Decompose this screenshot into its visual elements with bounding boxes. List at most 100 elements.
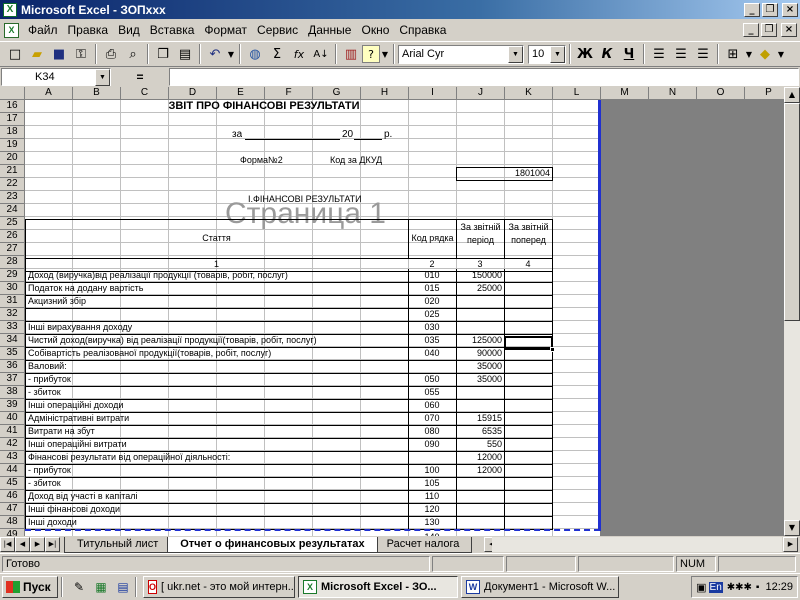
row-header-28[interactable]: 28 [0, 256, 25, 269]
row-header-34[interactable]: 34 [0, 334, 25, 347]
close-button[interactable]: × [782, 2, 798, 17]
line-value[interactable] [456, 490, 502, 503]
line-value[interactable] [456, 386, 502, 399]
line-code[interactable]: 090 [408, 438, 456, 451]
chevron-down-icon[interactable]: ▼ [550, 45, 565, 63]
undo-icon[interactable]: ↶ [204, 43, 226, 65]
line-code[interactable]: 105 [408, 477, 456, 490]
line-code[interactable] [408, 451, 456, 464]
line-code[interactable] [408, 360, 456, 373]
line-label[interactable]: - прибуток [28, 464, 406, 477]
line-code[interactable]: 025 [408, 308, 456, 321]
row-header-20[interactable]: 20 [0, 152, 25, 165]
menu-edit[interactable]: Правка [63, 23, 114, 37]
line-label[interactable]: Інші вирахування доходу [28, 321, 406, 334]
hyperlink-icon[interactable]: ◍ [244, 43, 266, 65]
start-button[interactable]: Пуск [2, 576, 58, 598]
line-code[interactable]: 050 [408, 373, 456, 386]
line-code[interactable]: 100 [408, 464, 456, 477]
font-name-select[interactable]: Arial Cyr ▼ [398, 44, 524, 64]
align-center-icon[interactable]: ☰ [670, 43, 692, 65]
row-header-38[interactable]: 38 [0, 386, 25, 399]
line-label[interactable]: Фінансові результати від операційної дія… [28, 451, 406, 464]
line-label[interactable]: Інші операційні доходи [28, 399, 406, 412]
line-label[interactable]: - збиток [28, 477, 406, 490]
print-icon[interactable]: ⎙ [100, 43, 122, 65]
doc-minimize-button[interactable]: _ [743, 23, 759, 37]
fill-color-dropdown-icon[interactable]: ▼ [776, 43, 786, 65]
line-label[interactable]: Валовий: [28, 360, 406, 373]
line-value[interactable]: 25000 [456, 282, 502, 295]
align-left-icon[interactable]: ☰ [648, 43, 670, 65]
line-value[interactable]: 90000 [456, 347, 502, 360]
line-label[interactable]: Собівартість реалізованої продукції(това… [28, 347, 406, 360]
tray-lock-icon[interactable]: ▪ [756, 582, 760, 593]
column-header-l[interactable]: L [553, 87, 601, 100]
line-value[interactable] [456, 295, 502, 308]
menu-format[interactable]: Формат [199, 23, 252, 37]
row-header-22[interactable]: 22 [0, 178, 25, 191]
line-code[interactable]: 060 [408, 399, 456, 412]
column-header-m[interactable]: M [601, 87, 649, 100]
row-header-30[interactable]: 30 [0, 282, 25, 295]
help-icon[interactable]: ? [362, 45, 380, 63]
doc-close-button[interactable]: × [781, 23, 797, 37]
column-header-h[interactable]: H [361, 87, 409, 100]
column-header-i[interactable]: I [409, 87, 457, 100]
formula-equals[interactable]: = [111, 70, 169, 84]
row-header-21[interactable]: 21 [0, 165, 25, 178]
copy-icon[interactable]: ❐ [152, 43, 174, 65]
print-preview-icon[interactable]: ⌕ [122, 43, 144, 65]
line-label[interactable]: Доход від участі в капіталі [28, 490, 406, 503]
line-code[interactable]: 010 [408, 269, 456, 282]
row-header-35[interactable]: 35 [0, 347, 25, 360]
row-header-43[interactable]: 43 [0, 451, 25, 464]
row-header-48[interactable]: 48 [0, 516, 25, 529]
worksheet-grid[interactable]: ABCDEFGHIJKLMNOP 16 17 18 19 20 21 22 23 24 25 26 2… [0, 87, 784, 536]
line-label[interactable]: Акцизний збір [28, 295, 406, 308]
column-header-k[interactable]: K [505, 87, 553, 100]
function-icon[interactable]: fx [288, 43, 310, 65]
doc-restore-button[interactable]: ❐ [761, 23, 777, 37]
next-sheet-icon[interactable]: ▶ [30, 537, 45, 552]
line-value[interactable]: 125000 [456, 334, 502, 347]
column-header-a[interactable]: A [25, 87, 73, 100]
row-header-19[interactable]: 19 [0, 139, 25, 152]
toolbar-options-icon[interactable]: ▼ [380, 43, 390, 65]
scroll-down-icon[interactable]: ▼ [784, 520, 800, 536]
taskbar-excel-button[interactable]: X Microsoft Excel - ЗО... [298, 576, 458, 598]
scroll-thumb[interactable] [784, 103, 800, 321]
column-header-j[interactable]: J [457, 87, 505, 100]
row-header-29[interactable]: 29 [0, 269, 25, 282]
column-header-n[interactable]: N [649, 87, 697, 100]
line-value[interactable] [456, 399, 502, 412]
vertical-scrollbar[interactable]: ▲ ▼ [784, 87, 800, 536]
row-header-24[interactable]: 24 [0, 204, 25, 217]
menu-file[interactable]: Файл [23, 23, 63, 37]
line-value[interactable] [456, 477, 502, 490]
chart-wizard-icon[interactable]: ▥ [340, 43, 362, 65]
line-label[interactable]: Адміністративні витрати [28, 412, 406, 425]
row-header-40[interactable]: 40 [0, 412, 25, 425]
line-code[interactable]: 110 [408, 490, 456, 503]
prev-sheet-icon[interactable]: ◀ [15, 537, 30, 552]
line-label[interactable]: - збиток [28, 386, 406, 399]
row-header-37[interactable]: 37 [0, 373, 25, 386]
line-label[interactable] [28, 308, 406, 321]
column-header-b[interactable]: B [73, 87, 121, 100]
line-label[interactable]: Чистий доход(виручка) від реалізації про… [28, 334, 406, 347]
row-header-47[interactable]: 47 [0, 503, 25, 516]
line-value[interactable] [456, 503, 502, 516]
column-header-g[interactable]: G [313, 87, 361, 100]
sort-ascending-icon[interactable]: A↓ [310, 43, 332, 65]
borders-icon[interactable]: ⊞ [722, 43, 744, 65]
line-code[interactable]: 040 [408, 347, 456, 360]
line-code[interactable]: 130 [408, 516, 456, 529]
row-header-25[interactable]: 25 [0, 217, 25, 230]
row-header-26[interactable]: 26 [0, 230, 25, 243]
scroll-up-icon[interactable]: ▲ [784, 87, 800, 103]
line-value[interactable]: 550 [456, 438, 502, 451]
line-code[interactable]: 120 [408, 503, 456, 516]
row-header-16[interactable]: 16 [0, 100, 25, 113]
formula-input[interactable] [169, 68, 799, 86]
